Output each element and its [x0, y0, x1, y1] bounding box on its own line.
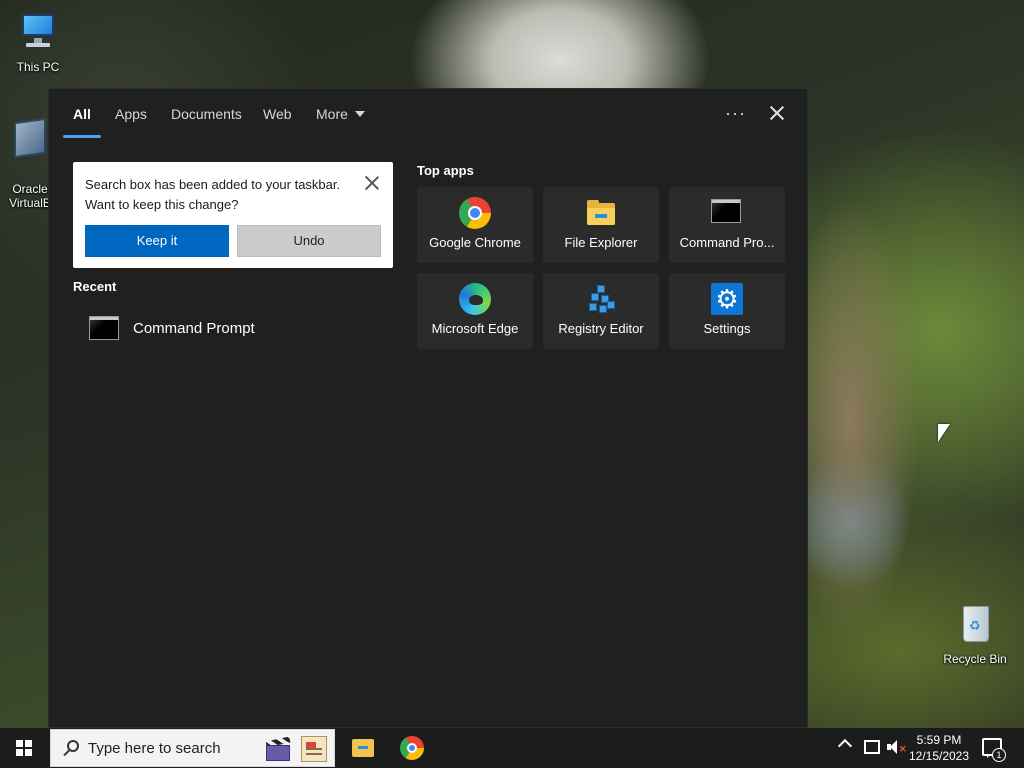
app-tile-label: Google Chrome — [429, 235, 521, 250]
tab-more[interactable]: More — [316, 106, 365, 122]
chrome-icon — [459, 197, 491, 229]
app-tile-settings[interactable]: ⚙ Settings — [669, 273, 785, 349]
keep-it-button[interactable]: Keep it — [85, 225, 229, 257]
notification-message: Search box has been added to your taskba… — [85, 177, 341, 212]
desktop-icon-label: Recycle Bin — [943, 652, 1007, 666]
app-tile-label: Settings — [703, 321, 751, 336]
mouse-cursor-icon — [938, 424, 950, 442]
app-tile-label: File Explorer — [564, 235, 638, 250]
list-item[interactable]: Command Prompt — [73, 307, 393, 351]
clapperboard-icon — [264, 735, 292, 763]
windows-logo-icon — [16, 740, 32, 756]
close-icon[interactable] — [363, 174, 381, 192]
app-tile-file-explorer[interactable]: File Explorer — [543, 187, 659, 263]
command-prompt-icon — [89, 316, 119, 340]
app-tile-label: Registry Editor — [558, 321, 644, 336]
app-tile-microsoft-edge[interactable]: Microsoft Edge — [417, 273, 533, 349]
close-icon[interactable] — [767, 103, 787, 123]
desktop-icon-recycle-bin[interactable]: ♻ Recycle Bin — [937, 604, 1013, 666]
taskbar-search-notification: Search box has been added to your taskba… — [73, 162, 393, 268]
active-tab-indicator — [63, 135, 101, 138]
taskbar-file-explorer[interactable] — [339, 728, 387, 768]
tab-apps[interactable]: Apps — [115, 106, 147, 122]
start-button[interactable] — [0, 728, 48, 768]
chevron-down-icon — [354, 111, 365, 117]
tab-documents[interactable]: Documents — [171, 106, 242, 122]
tab-more-label: More — [316, 106, 348, 122]
search-tabs: All Apps Documents Web More ··· — [49, 89, 807, 139]
edge-icon — [459, 283, 491, 315]
registry-editor-icon — [585, 283, 617, 315]
recent-heading: Recent — [73, 279, 117, 294]
desktop-icon-label: This PC — [16, 60, 60, 74]
tab-web[interactable]: Web — [263, 106, 292, 122]
app-tile-label: Microsoft Edge — [431, 321, 519, 336]
mute-x-icon: ✕ — [899, 744, 907, 754]
search-panel: All Apps Documents Web More ··· Search b… — [48, 88, 808, 728]
file-explorer-icon — [352, 739, 374, 757]
search-icon — [61, 739, 81, 759]
desktop-icon-this-pc[interactable]: This PC — [0, 12, 76, 74]
app-tile-command-prompt[interactable]: Command Pro... — [669, 187, 785, 263]
app-tile-label: Command Pro... — [679, 235, 775, 250]
recent-item-label: Command Prompt — [133, 320, 255, 337]
top-apps-heading: Top apps — [417, 163, 474, 178]
clock-date: 12/15/2023 — [908, 749, 970, 763]
app-tile-registry-editor[interactable]: Registry Editor — [543, 273, 659, 349]
virtualbox-icon — [6, 117, 54, 164]
computer-icon — [14, 12, 62, 56]
chrome-icon — [400, 736, 424, 760]
tab-all[interactable]: All — [73, 106, 91, 122]
notification-count-badge: 1 — [992, 748, 1006, 762]
taskbar-clock[interactable]: 5:59 PM 12/15/2023 — [908, 732, 970, 764]
news-icon — [301, 736, 327, 762]
settings-icon: ⚙ — [711, 283, 743, 315]
recycle-bin-icon: ♻ — [951, 604, 999, 648]
network-icon[interactable] — [864, 740, 880, 754]
search-placeholder: Type here to search — [88, 740, 221, 757]
clock-time: 5:59 PM — [916, 733, 962, 747]
command-prompt-icon — [711, 199, 741, 223]
more-options-button[interactable]: ··· — [725, 103, 746, 124]
app-tile-google-chrome[interactable]: Google Chrome — [417, 187, 533, 263]
taskbar: Type here to search ✕ 5:59 PM 12/15/2023… — [0, 728, 1024, 768]
taskbar-search-box[interactable]: Type here to search — [50, 729, 335, 767]
show-hidden-icons-chevron-icon[interactable] — [837, 738, 853, 754]
taskbar-google-chrome[interactable] — [388, 728, 436, 768]
undo-button[interactable]: Undo — [237, 225, 381, 257]
file-explorer-icon — [585, 197, 617, 229]
